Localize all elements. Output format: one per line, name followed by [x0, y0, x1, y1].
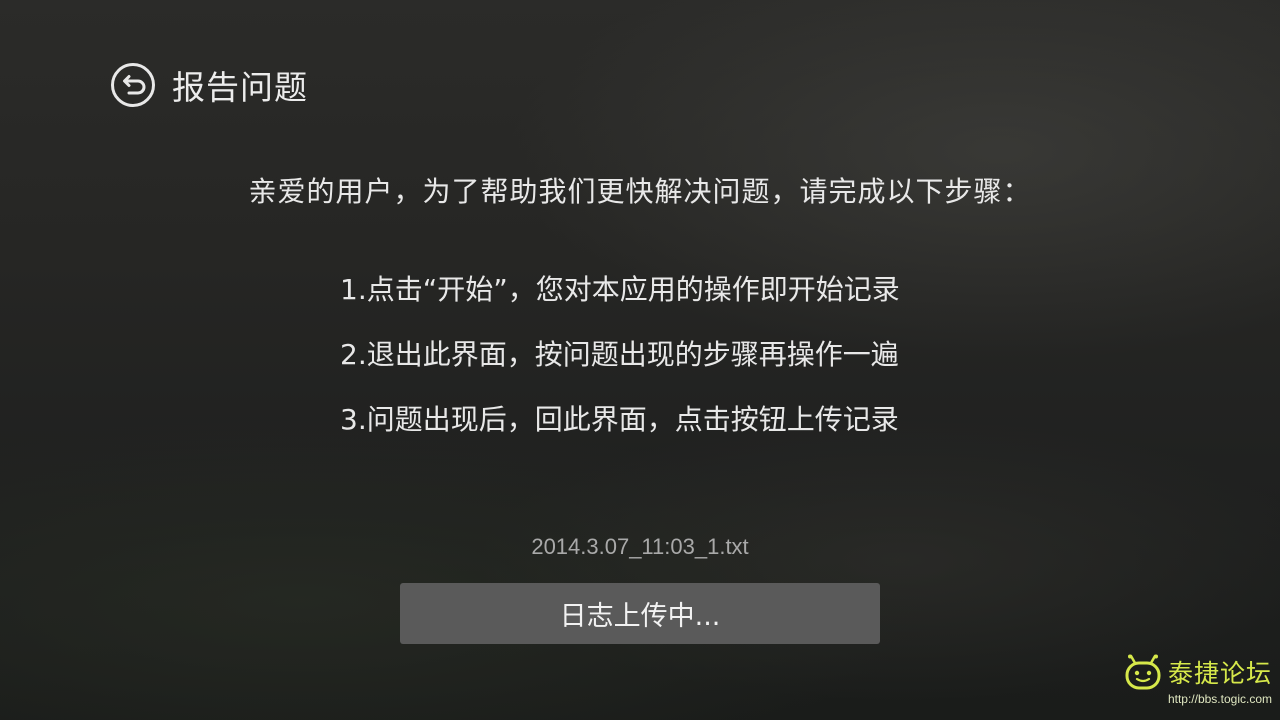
intro-text: 亲爱的用户，为了帮助我们更快解决问题，请完成以下步骤： [248, 175, 1032, 208]
smiley-antenna-icon [1125, 654, 1161, 690]
forum-watermark: 泰捷论坛 http://bbs.togic.com [1122, 654, 1272, 716]
watermark-name: 泰捷论坛 [1167, 659, 1272, 688]
watermark-url: http://bbs.togic.com [1167, 692, 1272, 706]
steps-list: 1.点击“开始”，您对本应用的操作即开始记录 2.退出此界面，按问题出现的步骤再… [340, 270, 1040, 465]
log-filename: 2014.3.07_11:03_1.txt [531, 534, 749, 559]
back-button[interactable] [110, 62, 156, 108]
step-item: 1.点击“开始”，您对本应用的操作即开始记录 [340, 273, 900, 306]
back-arrow-circle-icon [111, 63, 155, 107]
header: 报告问题 [110, 62, 308, 108]
step-item: 3.问题出现后，回此界面，点击按钮上传记录 [340, 403, 899, 436]
step-item: 2.退出此界面，按问题出现的步骤再操作一遍 [340, 338, 899, 371]
page-title: 报告问题 [172, 68, 308, 107]
upload-log-button[interactable]: 日志上传中... [400, 583, 880, 644]
